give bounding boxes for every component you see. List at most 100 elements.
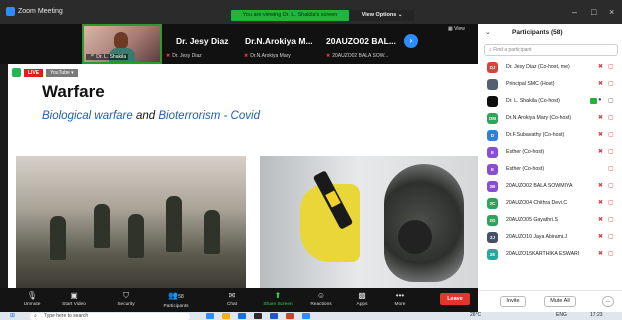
participant-name: Esther (Co-host) [506, 149, 545, 155]
title-bar: Zoom Meeting You are viewing Dr. L. Shak… [0, 0, 622, 24]
soldier-figure [50, 216, 66, 260]
camera-off-icon: ▢ [608, 251, 614, 257]
participant-row[interactable]: 2B 20AUZO02 BALA SOWMIYA ✖ ▢ [478, 178, 622, 195]
recording-icon [12, 68, 21, 77]
chat-icon: ✉ [228, 291, 236, 300]
leave-button[interactable]: Leave [440, 293, 470, 305]
maximize-icon[interactable]: □ [591, 7, 596, 17]
participant-name: 20AUZO10 Jaya Abirami.J [506, 234, 568, 240]
view-layout-button[interactable]: ▦ View [448, 26, 465, 32]
chat-button[interactable]: ✉ Chat [212, 290, 252, 308]
invite-button[interactable]: Invite [500, 296, 526, 307]
mic-muted-icon: 🎤 [88, 54, 95, 60]
share-screen-icon: ⬆ [274, 291, 282, 300]
zoom-window: Zoom Meeting You are viewing Dr. L. Shak… [0, 0, 622, 320]
hazmat-photo [260, 156, 478, 288]
participant-row[interactable]: 2J 20AUZO10 Jaya Abirami.J ✖ ▢ [478, 229, 622, 246]
shared-screen: LIVE YouTube ▾ Warfare Biological warfar… [8, 64, 478, 288]
taskbar-search-input[interactable]: ⌕ Type here to search [30, 313, 190, 320]
chevron-down-icon[interactable]: ⌄ [485, 28, 491, 36]
video-tile-small-name: ✖ Dr. Jesy Diaz [166, 53, 202, 59]
more-button[interactable]: ••• More [380, 290, 420, 308]
minimize-icon[interactable]: – [572, 7, 577, 17]
avatar: 2B [487, 181, 498, 192]
reactions-button[interactable]: ☺ Reactions [301, 290, 341, 308]
mic-muted-icon: ✖ [598, 81, 604, 87]
slide-subtitle: Biological warfare and Bioterrorism - Co… [42, 110, 260, 122]
zoom-logo-icon [6, 7, 15, 16]
edge-icon[interactable] [238, 313, 246, 319]
participant-row[interactable]: E Esther (Co-host) ▢ [478, 161, 622, 178]
camera-off-icon: ▢ [608, 234, 614, 240]
windows-taskbar: ⊞ ⌕ Type here to search 26°C ENG 17:23 [0, 312, 622, 320]
word-icon[interactable] [270, 313, 278, 319]
video-strip: 🎤 Dr. L. Shakila Dr. Jesy Diaz ✖ Dr. Jesy … [0, 24, 478, 64]
folder-icon[interactable] [222, 313, 230, 319]
microphone-icon: 🎙 [26, 291, 38, 300]
meeting-toolbar: 🎙 Unmute ▣ Start Video ⛉ Security 👥58 Pa… [0, 288, 478, 312]
participant-search-input[interactable]: ⌕ Find a participant [484, 44, 618, 56]
participants-button[interactable]: 👥58 Participants [156, 290, 196, 310]
participant-name: 20AUZO15KARTHIKA ESWARI [506, 251, 580, 257]
video-tile-big-name[interactable]: Dr. Jesy Diaz [176, 36, 228, 46]
more-options-button[interactable]: … [602, 296, 614, 307]
participant-row[interactable]: 2E 20AUZO15KARTHIKA ESWARI ✖ ▢ [478, 246, 622, 263]
video-tile-active[interactable]: 🎤 Dr. L. Shakila [82, 24, 162, 64]
share-screen-button[interactable]: ⬆ Share Screen [258, 290, 298, 308]
language-indicator[interactable]: ENG [556, 312, 567, 318]
view-options-button[interactable]: View Options ⌄ [350, 10, 414, 21]
participant-row[interactable]: 2C 20AUZO04 Chithra Devi.C ✖ ▢ [478, 195, 622, 212]
participant-name: Principal SMC (Host) [506, 81, 555, 87]
windows-start-icon[interactable]: ⊞ [10, 312, 15, 319]
participant-row[interactable]: Principal SMC (Host) ✖ ▢ [478, 76, 622, 93]
mic-muted-icon: ✖ [598, 149, 604, 155]
camera-off-icon: ▢ [608, 217, 614, 223]
panel-title: Participants (58) [512, 29, 563, 36]
zoom-taskbar-icon[interactable] [302, 313, 310, 319]
taskbar-app-icon[interactable] [206, 313, 214, 319]
live-status-row: LIVE YouTube ▾ [12, 68, 78, 77]
soldier-figure [204, 210, 220, 254]
participant-row[interactable]: DM Dr.N.Arokiya Mary (Co-host) ✖ ▢ [478, 110, 622, 127]
camera-off-icon: ▢ [608, 115, 614, 121]
mic-muted-icon: ✖ [598, 64, 604, 70]
app-title: Zoom Meeting [6, 7, 63, 16]
camera-off-icon: ▢ [608, 166, 614, 172]
close-icon[interactable]: × [609, 7, 614, 17]
participant-list: DJ Dr. Jesy Diaz (Co-host, me) ✖ ▢ Princ… [478, 59, 622, 263]
participant-name: Dr. L. Shakila (Co-host) [506, 98, 560, 104]
next-page-button[interactable]: › [404, 34, 418, 48]
apps-icon: ▩ [358, 291, 366, 300]
apps-button[interactable]: ▩ Apps [342, 290, 382, 308]
participants-panel: ⌄ Participants (58) ⌕ Find a participant… [478, 24, 622, 312]
video-tile-big-name[interactable]: 20AUZO02 BAL... [326, 36, 396, 46]
camera-off-icon: ▢ [608, 81, 614, 87]
participants-icon: 👥58 [168, 291, 184, 300]
camera-off-icon: ▢ [608, 149, 614, 155]
camera-icon: ▢ [608, 98, 614, 104]
participant-row[interactable]: Dr. L. Shakila (Co-host) ● ▢ [478, 93, 622, 110]
video-tile-big-name[interactable]: Dr.N.Arokiya M... [245, 36, 313, 46]
powerpoint-icon[interactable] [286, 313, 294, 319]
camera-off-icon: ▢ [608, 64, 614, 70]
participant-row[interactable]: DJ Dr. Jesy Diaz (Co-host, me) ✖ ▢ [478, 59, 622, 76]
avatar: D [487, 130, 498, 141]
mute-all-button[interactable]: Mute All [544, 296, 576, 307]
participant-name: 20AUZO04 Chithra Devi.C [506, 200, 568, 206]
panel-header: ⌄ Participants (58) [478, 24, 622, 42]
unmute-button[interactable]: 🎙 Unmute [12, 290, 52, 308]
participant-row[interactable]: D Dr.F.Subavathy (Co-host) ✖ ▢ [478, 127, 622, 144]
participant-row[interactable]: 2G 20AUZO05 Gayathri.S ✖ ▢ [478, 212, 622, 229]
youtube-badge[interactable]: YouTube ▾ [46, 68, 78, 77]
security-button[interactable]: ⛉ Security [106, 290, 146, 308]
chrome-icon[interactable] [254, 313, 262, 319]
clock[interactable]: 17:23 [590, 312, 603, 318]
video-tile-small-name: ✖ 20AUZO02 BALA SOW... [326, 53, 389, 59]
avatar: DM [487, 113, 498, 124]
start-video-button[interactable]: ▣ Start Video [54, 290, 94, 308]
camera-off-icon: ▢ [608, 200, 614, 206]
participant-row[interactable]: E Esther (Co-host) ✖ ▢ [478, 144, 622, 161]
video-tile-small-name: ✖ Dr.N.Arokiya Mary [244, 53, 291, 59]
video-tile-name: 🎤 Dr. L. Shakila [86, 54, 128, 60]
mic-muted-icon: ✖ [326, 53, 331, 59]
